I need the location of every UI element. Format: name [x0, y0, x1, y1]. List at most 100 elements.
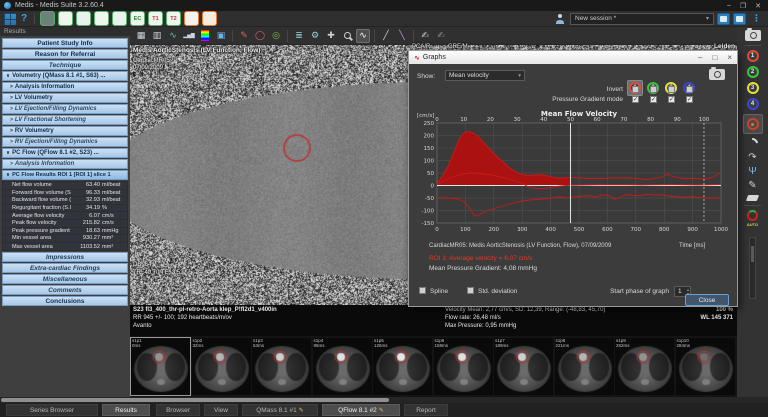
save-session-icon[interactable]: [717, 13, 730, 25]
snapshot-camera-icon[interactable]: [745, 30, 761, 41]
invert-checkbox-4[interactable]: [686, 86, 693, 93]
sidebar-item[interactable]: Comments: [2, 285, 128, 295]
pressure-gradient-checkbox-2[interactable]: ✓: [650, 96, 657, 103]
app-icon-9[interactable]: [184, 11, 199, 26]
phase-thumbnail[interactable]: s1p363ms: [252, 338, 311, 395]
profile-line-tool-icon[interactable]: ╲: [395, 29, 409, 43]
sidebar-item[interactable]: ∨Volumetry (QMass 8.1 #1, S63) ...: [2, 71, 128, 81]
draw-roi-tool-selected[interactable]: [743, 114, 763, 134]
analysis-chart-icon[interactable]: ▂▅▇: [182, 29, 196, 43]
sidebar-item[interactable]: Impressions: [2, 252, 128, 262]
phase-thumbnail[interactable]: s1p9252ms: [615, 338, 674, 395]
app-icon-4[interactable]: [94, 11, 109, 26]
app-icon-8[interactable]: T2: [166, 11, 181, 26]
overflow-menu-icon[interactable]: ⋮: [749, 13, 764, 24]
tab-series-browser[interactable]: Series Browser: [6, 404, 98, 416]
report-layout-icon[interactable]: ▦: [134, 29, 148, 43]
pressure-gradient-checkbox-4[interactable]: ✓: [686, 96, 693, 103]
pan-tool-icon[interactable]: ✚: [324, 29, 338, 43]
scrollbar-thumb[interactable]: [1, 398, 389, 402]
sidebar-item[interactable]: >RV Ejection/Filling Dynamics: [2, 137, 128, 147]
session-layout-icon[interactable]: [733, 13, 746, 25]
roi-2-button[interactable]: 2: [747, 66, 759, 78]
roi-3-button[interactable]: 3: [747, 82, 759, 94]
zoom-tool-icon[interactable]: [340, 29, 354, 43]
signal-curves-icon[interactable]: ∿: [166, 29, 180, 43]
app-icon-2[interactable]: [58, 11, 73, 26]
window-maximize-button[interactable]: ❐: [740, 2, 746, 10]
image-view-icon[interactable]: ▣: [214, 29, 228, 43]
pressure-gradient-checkbox-1[interactable]: ✓: [632, 96, 639, 103]
sidebar-item[interactable]: >LV Volumetry: [2, 93, 128, 103]
sidebar-item[interactable]: >LV Fractional Shortening: [2, 115, 128, 125]
phase-thumbnail[interactable]: s1p10284ms: [676, 338, 735, 395]
contour-settings-icon[interactable]: ⚙: [308, 29, 322, 43]
pressure-gradient-checkbox-3[interactable]: ✓: [668, 96, 675, 103]
split-layout-icon[interactable]: ▥: [150, 29, 164, 43]
sidebar-item[interactable]: >Analysis Information: [2, 82, 128, 92]
contour-stack-icon[interactable]: ≣: [292, 29, 306, 43]
ellipse-roi-icon[interactable]: ◯: [253, 29, 267, 43]
window-close-button[interactable]: ✕: [755, 2, 761, 10]
sidebar-item[interactable]: Miscellaneous: [2, 274, 128, 284]
sidebar-item[interactable]: Conclusions: [2, 296, 128, 306]
roi-4-button[interactable]: 4: [747, 98, 759, 110]
sidebar-item[interactable]: Extra-cardiac Findings: [2, 263, 128, 273]
flow-hand-tool-icon[interactable]: ✍: [434, 29, 448, 43]
phase-thumbnail[interactable]: s1p5126ms: [373, 338, 432, 395]
sidebar-item[interactable]: Reason for Referral: [2, 49, 128, 59]
sidebar-item[interactable]: >Analysis Information: [2, 159, 128, 169]
line-tool-icon[interactable]: ╱: [379, 29, 393, 43]
dialog-close-icon[interactable]: ×: [727, 53, 732, 62]
tab-qflow-8-1-2[interactable]: QFlow 8.1 #2✎: [322, 404, 400, 416]
auto-contour-icon[interactable]: ◎: [269, 29, 283, 43]
auto-contour-icon[interactable]: [747, 210, 758, 221]
app-icon-6[interactable]: EC: [130, 11, 145, 26]
flow-velocity-chart[interactable]: Mean Flow Velocity[cm/s]0100200300400500…: [415, 109, 735, 243]
invert-checkbox-3[interactable]: [668, 86, 675, 93]
phase-thumbnail[interactable]: s1p10ms: [131, 338, 190, 395]
app-icon-3[interactable]: [76, 11, 91, 26]
user-icon[interactable]: [555, 14, 565, 24]
sidebar-item[interactable]: Patient Study Info: [2, 38, 128, 48]
app-icon-10[interactable]: [202, 11, 217, 26]
help-icon[interactable]: ?: [19, 13, 29, 24]
graphs-dialog-titlebar[interactable]: ∿ Graphs – □ ×: [409, 51, 737, 64]
sidebar-item[interactable]: >LV Ejection/Filling Dynamics: [2, 104, 128, 114]
phase-thumbnail[interactable]: s1p7189ms: [494, 338, 553, 395]
roi-1-button[interactable]: 1: [747, 50, 759, 62]
arc-tool-icon[interactable]: [745, 136, 760, 151]
app-icon-1[interactable]: S: [40, 11, 55, 26]
draw-contour-icon[interactable]: ✎: [237, 29, 251, 43]
tab-report[interactable]: Report: [404, 404, 448, 416]
snapshot-camera-icon[interactable]: [709, 69, 725, 80]
dialog-minimize-button[interactable]: –: [698, 53, 702, 62]
flow-brush-tool-icon[interactable]: ✍: [418, 29, 432, 43]
graphs-tool-icon[interactable]: ∿: [356, 29, 370, 43]
sidebar-item[interactable]: Technique: [2, 60, 128, 70]
eraser-tool-icon[interactable]: [746, 195, 759, 201]
curve-arrow-tool-icon[interactable]: ↷: [748, 153, 756, 163]
app-icon-7[interactable]: T1: [148, 11, 163, 26]
std-deviation-checkbox[interactable]: [467, 287, 474, 294]
app-icon-5[interactable]: [112, 11, 127, 26]
sidebar-item[interactable]: >RV Volumetry: [2, 126, 128, 136]
tab-browser[interactable]: Browser: [156, 404, 200, 416]
invert-checkbox-2[interactable]: [650, 86, 657, 93]
invert-checkbox-1[interactable]: [632, 86, 639, 93]
phase-thumbnail[interactable]: s1p6158ms: [434, 338, 493, 395]
sidebar-item[interactable]: ∨PC Flow Results ROI 1 [ROI 1] slice 1: [2, 170, 128, 180]
tab-qmass-8-1-1[interactable]: QMass 8.1 #1✎: [242, 404, 318, 416]
window-minimize-button[interactable]: –: [727, 2, 731, 10]
spline-checkbox[interactable]: [419, 287, 426, 294]
phase-thumbnail[interactable]: s1p495ms: [313, 338, 372, 395]
show-select[interactable]: Mean velocity ▾: [445, 70, 525, 81]
layout-tiles-icon[interactable]: [4, 13, 16, 25]
session-select[interactable]: New session * ▾: [570, 13, 714, 25]
phase-thumbnail[interactable]: s1p8221ms: [555, 338, 614, 395]
pencil-tool-icon[interactable]: ✎: [748, 181, 756, 191]
dialog-maximize-button[interactable]: □: [712, 53, 717, 62]
sidebar-item[interactable]: ∨PC Flow (QFlow 8.1 #2, S23) ...: [2, 148, 128, 158]
anchor-tool-icon[interactable]: Ψ: [748, 167, 756, 177]
close-button[interactable]: Close: [685, 294, 729, 306]
